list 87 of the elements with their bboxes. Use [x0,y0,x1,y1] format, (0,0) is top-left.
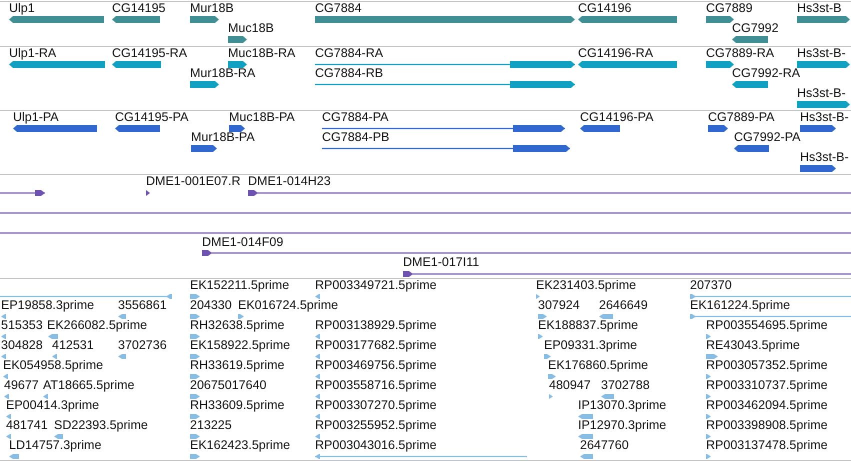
est-label: 3556861 [118,298,167,312]
est-label: RP003307270.5prime [315,398,437,412]
est-label: RE43043.5prime [706,338,800,352]
est-label: 204330 [190,298,232,312]
protein-label: CG7992-PA [734,130,800,144]
est-label: RH33609.5prime [190,398,284,412]
transcript-label: Muc18B-RA [228,46,296,60]
est-label: EK016724.5prime [238,298,338,312]
est-label: LD14757.3prime [9,438,102,452]
est-label: RP003138929.5prime [315,318,437,332]
est-label: EP00414.3prime [6,398,100,412]
est-label: 207370 [690,278,732,292]
est-label: 412531 [52,338,94,352]
est-label: 515353 [1,318,43,332]
est-label: RP003137478.5prime [706,438,828,452]
est-label: 304828 [1,338,43,352]
est-label: EK188837.5prime [538,318,638,332]
est-label: 213225 [190,418,232,432]
gene-label: CG14195 [112,1,166,15]
protein-label: CG7889-PA [708,110,774,124]
est-label: EK176860.5prime [548,358,648,372]
protein-label: Hs3st-B- [800,150,849,164]
protein-label: CG14195-PA [115,110,188,124]
est-label: RP003255952.5prime [315,418,437,432]
est-label: RP003349721.5prime [315,278,437,292]
est-label: EK162423.5prime [190,438,290,452]
est-label: 307924 [538,298,580,312]
est-label: RP003462094.5prime [706,398,828,412]
transcript-label: CG7884-RB [315,66,384,80]
est-label: RP003057352.5prime [706,358,828,372]
est-label: EK054958.5prime [3,358,104,372]
est-label: EP09331.3prime [544,338,638,352]
est-label: EK266082.5prime [47,318,148,332]
clone-label: DME1-014H23 [248,174,331,188]
est-label: RP003310737.5prime [706,378,828,392]
est-label: RP003554695.5prime [706,318,828,332]
est-label: AT18665.5prime [43,378,134,392]
transcript-label: CG7889-RA [706,46,774,60]
est-label: 2647760 [580,438,629,452]
est-label: RP003177682.5prime [315,338,437,352]
est-label: RP003469756.5prime [315,358,437,372]
protein-label: Mur18B-PA [191,130,255,144]
protein-label: CG7884-PA [322,110,388,124]
transcript-label: Hs3st-B- [797,46,846,60]
est-label: IP12970.3prime [578,418,666,432]
est-label: 2646649 [599,298,648,312]
transcript-label: CG7992-RA [732,66,800,80]
protein-label: CG7884-PB [322,130,390,144]
est-label: 480947 [549,378,591,392]
gene-label: CG7884 [315,1,362,15]
clone-label: DME1-014F09 [202,234,284,249]
protein-label: Ulp1-PA [13,110,59,124]
est-label: EP19858.3prime [1,298,94,312]
est-label: 481741 [6,418,48,432]
gene-label: Muc18B [228,21,274,35]
est-label: RP003398908.5prime [706,418,828,432]
gene-label: Hs3st-B [797,1,842,15]
transcript-label: Hs3st-B- [797,86,846,100]
est-label: EK158922.5prime [190,338,290,352]
gene-label: Ulp1 [9,1,35,15]
transcript-label: CG7884-RA [315,46,384,60]
est-label: 49677 [4,378,39,392]
est-label: 20675017640 [190,378,266,392]
protein-label: Muc18B-PA [229,110,295,124]
est-label: EK161224.5prime [690,298,790,312]
est-label: EK152211.5prime [190,278,290,292]
transcript-label: CG14196-RA [578,46,654,60]
gene-label: CG14196 [578,1,632,15]
protein-label: Hs3st-B- [800,110,849,124]
est-label: RP003043016.5prime [315,438,437,452]
clone-label: DME1-017I11 [403,255,480,269]
clone-label: DME1-001E07.R [146,174,240,188]
transcript-label: Mur18B-RA [190,66,256,80]
transcript-label: Ulp1-RA [9,46,56,60]
protein-label: CG14196-PA [580,110,654,124]
gene-label: CG7992 [732,21,779,35]
transcript-label: CG14195-RA [112,46,188,60]
est-label: IP13070.3prime [578,398,666,412]
est-label: 3702788 [601,378,650,392]
est-label: EK231403.5prime [536,278,636,292]
est-label: RH33619.5prime [190,358,284,372]
est-label: RP003558716.5prime [315,378,437,392]
est-label: RH32638.5prime [190,318,284,332]
gene-label: CG7889 [706,1,753,15]
gene-label: Mur18B [190,1,234,15]
est-label: SD22393.5prime [54,418,148,432]
est-label: 3702736 [118,338,167,352]
